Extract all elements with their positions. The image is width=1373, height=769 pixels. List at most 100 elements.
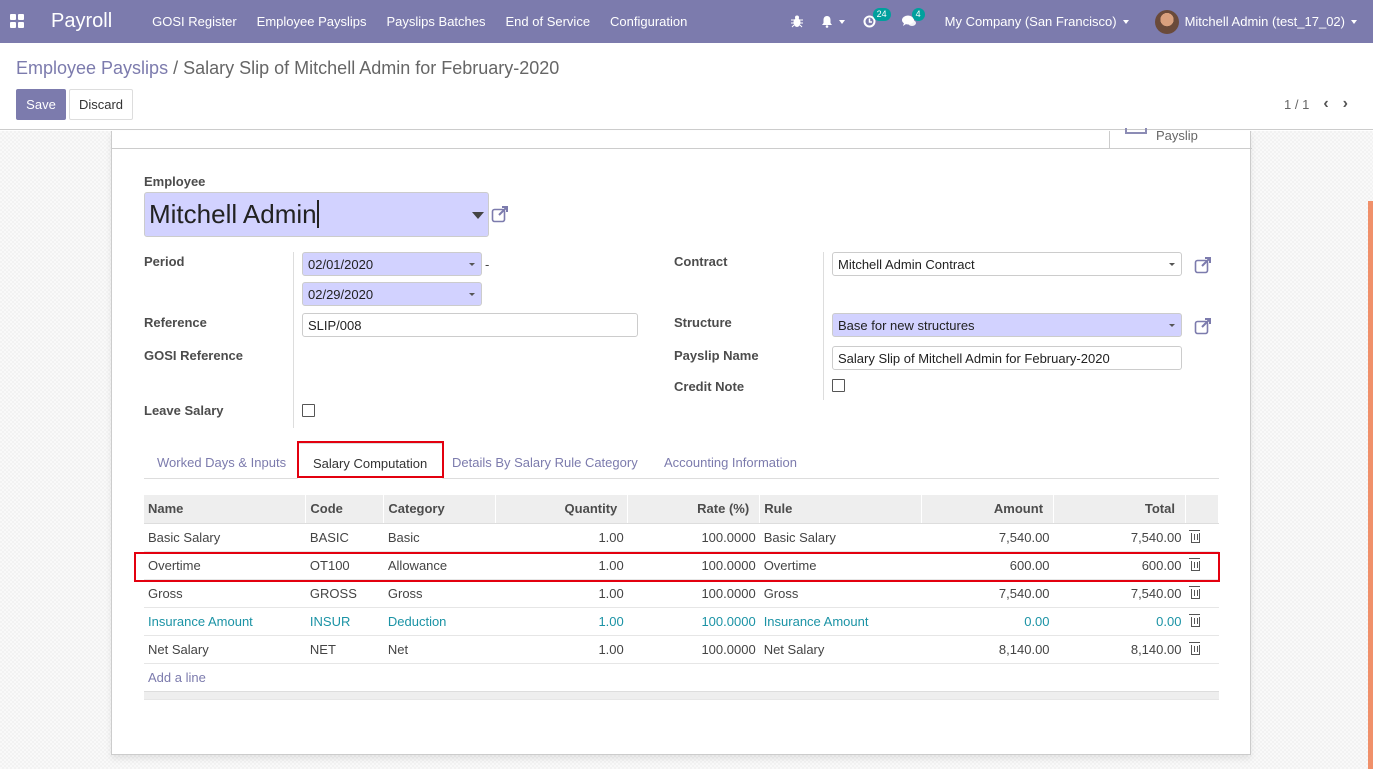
employee-field[interactable]: Mitchell Admin xyxy=(144,192,489,237)
contract-label: Contract xyxy=(674,254,728,269)
menu-payslips-batches[interactable]: Payslips Batches xyxy=(387,14,486,29)
delete-row-icon[interactable] xyxy=(1189,613,1201,627)
column-header-total[interactable]: Total xyxy=(1053,495,1186,524)
delete-row-icon[interactable] xyxy=(1189,529,1201,543)
cell-code: OT100 xyxy=(305,551,384,580)
cell-rate: 100.0000 xyxy=(627,523,760,552)
column-header-category[interactable]: Category xyxy=(383,495,497,524)
cell-total: 7,540.00 xyxy=(1053,579,1186,608)
cell-quantity: 1.00 xyxy=(495,551,628,580)
payslip-icon xyxy=(1125,128,1147,134)
bell-icon[interactable] xyxy=(821,15,845,28)
reference-label: Reference xyxy=(144,315,207,330)
pager-value[interactable]: 1 / 1 xyxy=(1284,97,1309,112)
apps-menu-icon[interactable] xyxy=(10,13,26,30)
payslip-name-field[interactable]: Salary Slip of Mitchell Admin for Februa… xyxy=(832,346,1182,370)
tab-salary-computation[interactable]: Salary Computation xyxy=(297,443,444,479)
cell-total: 600.00 xyxy=(1053,551,1186,580)
tab-worked-days-inputs[interactable]: Worked Days & Inputs xyxy=(157,455,286,470)
contract-field[interactable]: Mitchell Admin Contract xyxy=(832,252,1182,276)
structure-label: Structure xyxy=(674,315,732,330)
column-header-code[interactable]: Code xyxy=(305,495,385,524)
top-navbar: Payroll GOSI Register Employee Payslips … xyxy=(0,0,1373,43)
table-row[interactable]: Net Salary NET Net 1.00 100.0000 Net Sal… xyxy=(144,635,1219,664)
cell-category: Gross xyxy=(383,579,496,608)
breadcrumb: Employee Payslips / Salary Slip of Mitch… xyxy=(16,58,559,79)
credit-note-checkbox[interactable] xyxy=(832,379,845,392)
chevron-right-icon[interactable]: › xyxy=(1343,95,1348,113)
gosi-reference-label: GOSI Reference xyxy=(144,348,243,363)
contract-value: Mitchell Admin Contract xyxy=(838,257,975,272)
company-switcher[interactable]: My Company (San Francisco) xyxy=(945,14,1129,29)
leave-salary-label: Leave Salary xyxy=(144,403,224,418)
cell-amount: 0.00 xyxy=(921,607,1054,636)
menu-configuration[interactable]: Configuration xyxy=(610,14,687,29)
text-cursor xyxy=(316,200,319,228)
delete-row-icon[interactable] xyxy=(1189,557,1201,571)
table-row[interactable]: Overtime OT100 Allowance 1.00 100.0000 O… xyxy=(144,551,1219,580)
user-menu[interactable]: Mitchell Admin (test_17_02) xyxy=(1154,9,1357,34)
cell-total: 0.00 xyxy=(1053,607,1186,636)
dropdown-caret-icon xyxy=(469,263,475,266)
cell-rule: Insurance Amount xyxy=(759,607,922,636)
delete-row-icon[interactable] xyxy=(1189,641,1201,655)
delete-row-icon[interactable] xyxy=(1189,585,1201,599)
structure-field[interactable]: Base for new structures xyxy=(832,313,1182,337)
column-header-name[interactable]: Name xyxy=(144,495,307,524)
period-separator: - xyxy=(485,257,490,272)
table-row[interactable]: Basic Salary BASIC Basic 1.00 100.0000 B… xyxy=(144,523,1219,552)
company-name: My Company (San Francisco) xyxy=(944,14,1117,29)
chevron-left-icon[interactable]: ‹ xyxy=(1323,95,1328,113)
payslip-smart-button[interactable]: Payslip xyxy=(1109,128,1252,149)
menu-employee-payslips[interactable]: Employee Payslips xyxy=(257,14,367,29)
breadcrumb-employee-payslips[interactable]: Employee Payslips xyxy=(16,58,168,78)
cell-rule: Gross xyxy=(759,579,922,608)
table-row[interactable]: Insurance Amount INSUR Deduction 1.00 10… xyxy=(144,607,1219,636)
table-row[interactable]: Gross GROSS Gross 1.00 100.0000 Gross 7,… xyxy=(144,579,1219,608)
cell-rule: Overtime xyxy=(759,551,922,580)
activity-count-badge: 24 xyxy=(872,8,891,21)
smart-button-label: Payslip xyxy=(1156,128,1198,143)
cell-rate: 100.0000 xyxy=(627,607,760,636)
menu-gosi-register[interactable]: GOSI Register xyxy=(152,14,237,29)
chevron-down-icon xyxy=(1122,19,1129,24)
activity-clock-icon[interactable]: 24 xyxy=(863,8,891,28)
reference-field[interactable]: SLIP/008 xyxy=(302,313,638,337)
cell-category: Deduction xyxy=(383,607,496,636)
form-sheet: Payslip Employee Mitchell Admin Period 0… xyxy=(111,128,1252,755)
save-button[interactable]: Save xyxy=(16,89,66,120)
cell-code: INSUR xyxy=(305,607,384,636)
cell-quantity: 1.00 xyxy=(495,523,628,552)
external-link-icon[interactable] xyxy=(1194,256,1212,274)
cell-quantity: 1.00 xyxy=(495,607,628,636)
column-header-rule[interactable]: Rule xyxy=(759,495,923,524)
column-header-rate[interactable]: Rate (%) xyxy=(627,495,761,524)
dropdown-caret-icon xyxy=(1169,324,1175,327)
menu-end-of-service[interactable]: End of Service xyxy=(506,14,591,29)
cell-code: GROSS xyxy=(305,579,384,608)
scrollbar[interactable] xyxy=(1368,201,1373,769)
cell-rule: Basic Salary xyxy=(759,523,922,552)
discard-button[interactable]: Discard xyxy=(69,89,133,120)
add-a-line-link[interactable]: Add a line xyxy=(148,670,206,685)
bug-icon[interactable] xyxy=(790,15,803,28)
external-link-icon[interactable] xyxy=(1194,317,1212,335)
payslip-name-label: Payslip Name xyxy=(674,348,759,363)
tab-accounting-information[interactable]: Accounting Information xyxy=(664,455,797,470)
dropdown-caret-icon[interactable] xyxy=(472,212,484,219)
chat-icon[interactable]: 4 xyxy=(901,8,925,28)
cell-amount: 7,540.00 xyxy=(921,579,1054,608)
cell-category: Allowance xyxy=(383,551,496,580)
cell-name: Net Salary xyxy=(144,635,306,664)
structure-value: Base for new structures xyxy=(838,318,975,333)
app-name[interactable]: Payroll xyxy=(51,10,112,33)
column-header-quantity[interactable]: Quantity xyxy=(495,495,629,524)
cell-rate: 100.0000 xyxy=(627,635,760,664)
tab-details-by-salary-rule-category[interactable]: Details By Salary Rule Category xyxy=(452,455,638,470)
leave-salary-checkbox[interactable] xyxy=(302,404,315,417)
date-from-field[interactable]: 02/01/2020 xyxy=(302,252,482,276)
date-to-field[interactable]: 02/29/2020 xyxy=(302,282,482,306)
payslip-name-value: Salary Slip of Mitchell Admin for Februa… xyxy=(838,351,1110,366)
column-header-amount[interactable]: Amount xyxy=(921,495,1055,524)
external-link-icon[interactable] xyxy=(491,205,509,223)
